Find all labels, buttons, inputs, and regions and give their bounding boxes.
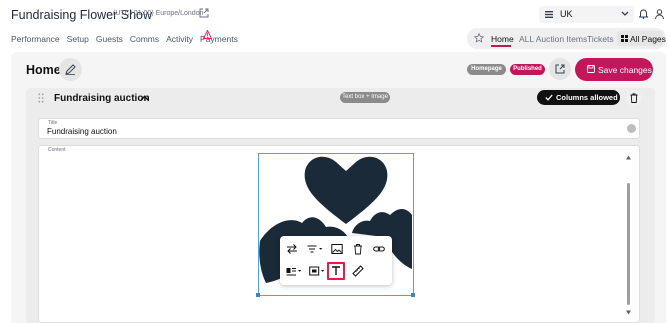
tab-home[interactable]: Home (491, 34, 514, 44)
align-icon (307, 245, 323, 253)
resize-handle-bottom-left[interactable] (256, 293, 260, 297)
ruler-icon (352, 265, 364, 277)
external-link-icon[interactable] (199, 8, 209, 18)
list-icon (545, 11, 553, 18)
content-field-label: Content (48, 147, 66, 153)
image-icon (331, 244, 343, 254)
trash-icon (354, 244, 362, 255)
image-size-icon (309, 266, 325, 276)
pencil-icon (65, 64, 76, 75)
homepage-badge: Homepage (467, 64, 506, 75)
delete-section-button[interactable] (626, 90, 642, 106)
image-size-button[interactable] (306, 262, 328, 280)
save-icon (587, 65, 595, 73)
swap-icon (287, 244, 297, 254)
check-icon (545, 94, 553, 101)
delete-image-button[interactable] (349, 240, 367, 258)
star-icon[interactable] (474, 33, 484, 43)
style-button[interactable] (349, 262, 367, 280)
region-label: UK (560, 9, 573, 19)
region-select[interactable]: UK (539, 6, 634, 23)
alt-text-button[interactable] (327, 262, 345, 280)
nav-performance[interactable]: Performance (11, 34, 60, 44)
save-label: Save changes (598, 65, 652, 75)
replace-image-button[interactable] (328, 240, 346, 258)
alt-text-icon (332, 266, 340, 275)
nav-comms[interactable]: Comms (130, 34, 159, 44)
tab-auction-items[interactable]: ALL Auction Items (519, 34, 587, 44)
tab-tickets[interactable]: Tickets (587, 34, 614, 44)
nav-activity[interactable]: Activity (166, 34, 193, 44)
drag-handle-icon[interactable] (38, 93, 44, 103)
image-toolbar (280, 236, 392, 285)
chevron-down-icon (621, 11, 629, 16)
app-timezone: (UTC+01:00) Europe/London (113, 10, 204, 17)
all-pages-button[interactable]: All Pages (617, 31, 666, 46)
open-page-button[interactable] (549, 58, 571, 80)
trash-icon (630, 93, 638, 103)
section-type-badge: Text box + Image (340, 92, 390, 103)
page-title: Home (26, 63, 61, 77)
link-icon (373, 246, 385, 252)
all-pages-label: All Pages (630, 34, 666, 44)
clear-icon[interactable] (627, 124, 636, 133)
top-bar: Fundraising Flower Show (UTC+01:00) Euro… (0, 0, 670, 52)
chevron-up-icon[interactable] (140, 95, 149, 101)
user-icon[interactable] (655, 9, 664, 19)
active-tab-underline (491, 45, 511, 47)
nav-setup[interactable]: Setup (67, 34, 89, 44)
title-field[interactable]: Title Fundraising auction (38, 118, 640, 139)
link-button[interactable] (370, 240, 388, 258)
columns-allowed-label: Columns allowed (556, 93, 618, 102)
inline-layout-icon (286, 268, 302, 276)
inline-layout-button[interactable] (283, 262, 305, 280)
title-field-value: Fundraising auction (47, 127, 117, 136)
bell-icon[interactable] (639, 9, 648, 19)
page-nav: Home ALL Auction Items Tickets All Pages (467, 28, 666, 49)
section-title: Fundraising auction (54, 93, 150, 104)
nav-guests[interactable]: Guests (96, 34, 123, 44)
warning-icon (203, 30, 212, 39)
columns-allowed-button[interactable]: Columns allowed (537, 90, 620, 105)
scrollbar-thumb[interactable] (627, 183, 630, 305)
align-button[interactable] (304, 240, 326, 258)
swap-button[interactable] (283, 240, 301, 258)
edit-page-button[interactable] (59, 58, 82, 81)
title-field-label: Title (48, 120, 58, 126)
save-button[interactable]: Save changes (575, 58, 653, 81)
scroll-down-arrow[interactable] (626, 310, 631, 315)
external-link-icon (555, 64, 565, 74)
published-badge: Published (510, 64, 545, 75)
resize-handle-bottom-right[interactable] (411, 293, 415, 297)
scroll-up-arrow[interactable] (626, 155, 631, 160)
grid-icon (621, 35, 628, 42)
